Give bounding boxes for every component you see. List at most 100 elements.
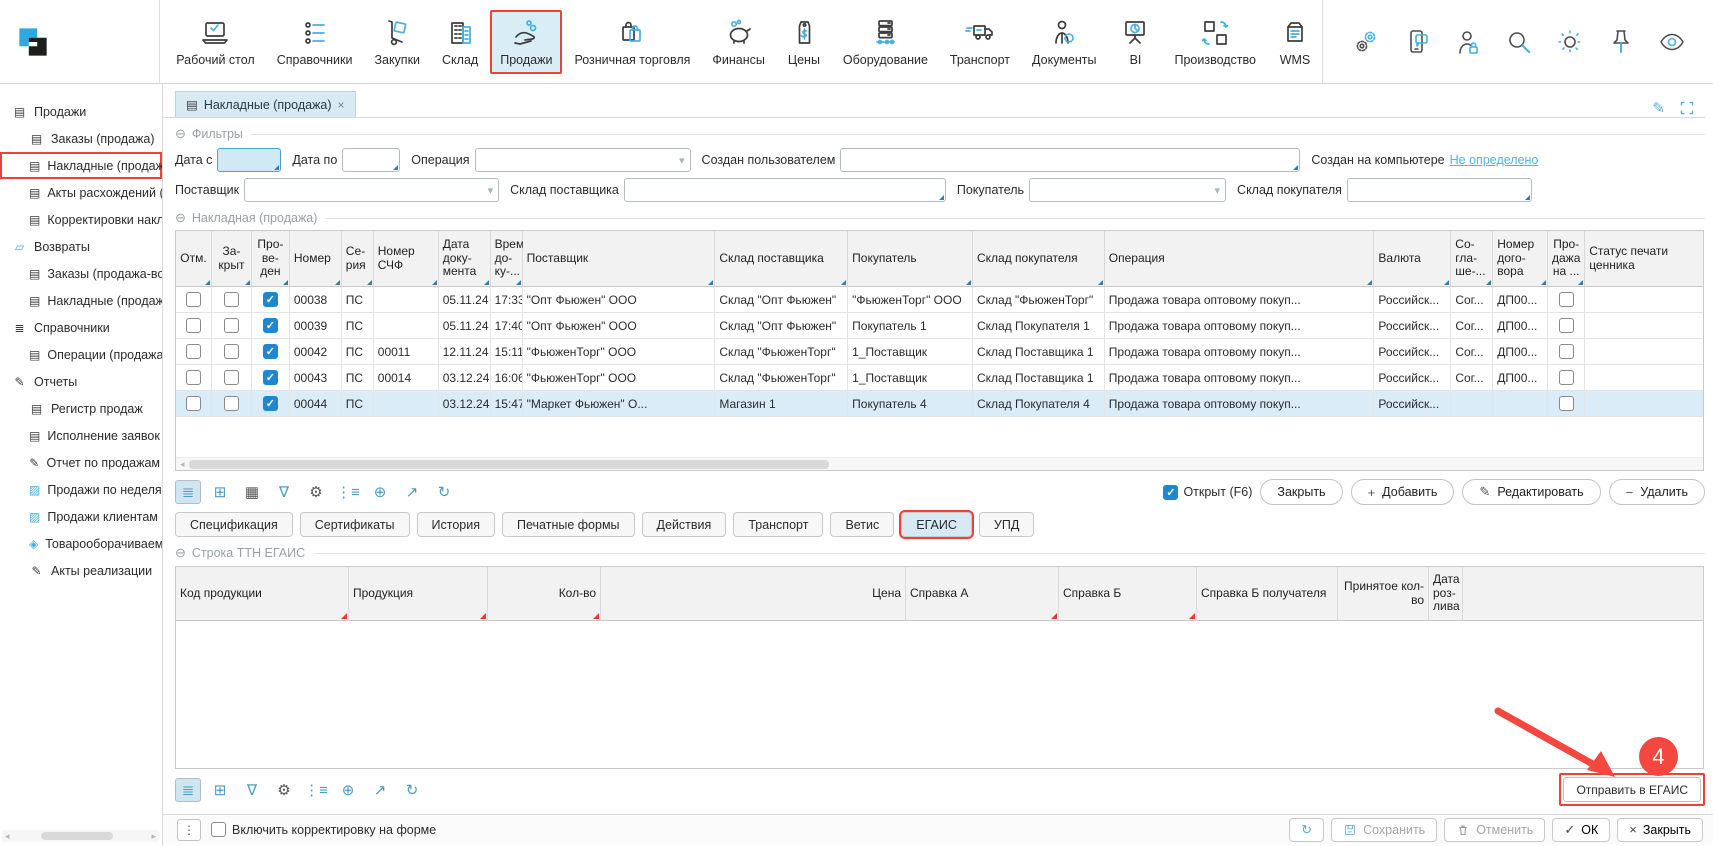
закрыть-button[interactable]: ×Закрыть [1617,818,1703,842]
sidebar-item[interactable]: ▤Регистр продаж [0,395,162,422]
column-header[interactable]: Врем до- ку-... [491,231,523,287]
open-window-icon[interactable]: ↗ [367,778,393,802]
settings-icon[interactable]: ⚙ [271,778,297,802]
column-header[interactable]: Статус печати ценника [1585,231,1703,287]
close-list-button[interactable]: Закрыть [1260,479,1342,505]
column-header[interactable]: Дата роз- лива [1429,567,1463,621]
numbered-list-icon[interactable]: ⋮≡ [303,778,329,802]
marked-checkbox[interactable] [186,292,201,307]
column-header[interactable]: Склад поставщика [715,231,848,287]
date-from-input[interactable] [217,148,281,172]
detail-tab[interactable]: ЕГАИС [901,512,972,537]
created-by-input[interactable] [840,148,1300,172]
ок-button[interactable]: ✓ОК [1552,818,1610,842]
posted-checked-checkbox[interactable]: ✓ [263,292,278,307]
detail-view-icon[interactable]: ≣ [175,480,201,504]
fullscreen-icon[interactable] [1679,100,1695,116]
nav-item[interactable]: Справочники [267,10,363,74]
invoice-row[interactable]: ✓00038ПС05.11.2417:33"Опт Фьюжен" ОООСкл… [176,287,1703,313]
column-header[interactable]: Принятое кол-во [1338,567,1429,621]
settings-icon[interactable]: ⚙ [303,480,329,504]
column-header[interactable]: За- крыт [212,231,252,287]
nav-item[interactable]: Рабочий стол [166,10,264,74]
collapse-icon[interactable]: ⊖ [175,545,186,561]
sidebar-item[interactable]: ≣Справочники [0,314,162,341]
operation-select[interactable]: ▾ [475,148,691,172]
column-header[interactable]: Валюта [1374,231,1451,287]
collapse-icon[interactable]: ⊖ [175,210,186,226]
add-list-icon[interactable]: ⊕ [335,778,361,802]
closed-checkbox[interactable] [224,396,239,411]
action-button[interactable]: −Удалить [1609,479,1705,505]
nav-item[interactable]: Оборудование [833,10,938,74]
nav-item[interactable]: Транспорт [940,10,1020,74]
action-button[interactable]: ✎Редактировать [1462,479,1600,505]
more-actions-button[interactable]: ⋮ [177,819,201,841]
nav-item[interactable]: Склад [432,10,488,74]
column-header[interactable]: Отм. [176,231,212,287]
column-header[interactable]: Дата доку- мента [439,231,491,287]
closed-checkbox[interactable] [224,370,239,385]
column-header[interactable]: Про- ве- ден [252,231,290,287]
buyer-select[interactable]: ▾ [1029,178,1226,202]
closed-checkbox[interactable] [224,292,239,307]
created-on-link[interactable]: Не определено [1450,153,1539,167]
sidebar-item[interactable]: ◈Товарооборачиваем [0,530,162,557]
detail-tab[interactable]: Действия [642,512,727,537]
column-header[interactable]: Со- гла- ше-... [1451,231,1493,287]
detail-tab[interactable]: Ветис [830,512,894,537]
filter-icon[interactable]: ∇ [239,778,265,802]
scroll-left-icon[interactable]: ◂ [176,459,189,470]
column-header[interactable]: Кол-во [488,567,601,621]
sidebar-item[interactable]: ✎Отчет по продажам [0,449,162,476]
supplier-wh-input[interactable] [624,178,946,202]
search-icon[interactable] [1504,27,1534,57]
column-header[interactable]: Номер дого- вора [1493,231,1548,287]
detail-tab[interactable]: Спецификация [175,512,293,537]
column-header[interactable]: Склад покупателя [973,231,1105,287]
marked-checkbox[interactable] [186,396,201,411]
enable-correction-checkbox[interactable]: Включить корректировку на форме [211,822,436,837]
nav-item[interactable]: Закупки [364,10,430,74]
sidebar-item[interactable]: ✎Отчеты [0,368,162,395]
nav-item[interactable]: Финансы [702,10,774,74]
column-header[interactable]: Номер СЧФ [374,231,439,287]
grid-view-icon[interactable]: ⊞ [207,480,233,504]
scroll-right-icon[interactable]: ▸ [148,831,159,842]
refresh-icon[interactable]: ↻ [399,778,425,802]
scroll-left-icon[interactable]: ◂ [2,831,13,842]
retail-checkbox[interactable] [1559,396,1574,411]
sidebar-item[interactable]: ▤Продажи [0,98,162,125]
column-header[interactable]: Номер [290,231,342,287]
sidebar-item[interactable]: ▤Акты расхождений (п [0,179,162,206]
sidebar-item[interactable]: ▤Исполнение заявок ( [0,422,162,449]
settings-gears-icon[interactable] [1351,27,1381,57]
column-header[interactable]: Се- рия [342,231,374,287]
column-header[interactable]: Справка А [906,567,1059,621]
nav-item[interactable]: Розничная торговля [564,10,700,74]
column-header[interactable]: Код продукции [176,567,349,621]
column-header[interactable]: Поставщик [523,231,716,287]
invoice-row[interactable]: ✓00044ПС03.12.2415:47"Маркет Фьюжен" О..… [176,391,1703,417]
sidebar-item[interactable]: ▤Операции (продажа) [0,341,162,368]
sidebar-item[interactable]: ▤Заказы (продажа) [0,125,162,152]
marked-checkbox[interactable] [186,344,201,359]
column-header[interactable]: Справка Б [1059,567,1197,621]
sidebar-item[interactable]: ▨Продажи по неделям [0,476,162,503]
sidebar-hscrollbar[interactable]: ◂ ▸ [2,830,159,842]
nav-item[interactable]: BI [1108,10,1162,74]
collapse-icon[interactable]: ⊖ [175,126,186,142]
pin-icon[interactable] [1606,27,1636,57]
mobile-chat-icon[interactable] [1402,27,1432,57]
filter-icon[interactable]: ∇ [271,480,297,504]
column-header[interactable]: Справка Б получателя [1197,567,1338,621]
detail-tab[interactable]: Транспорт [733,512,823,537]
refresh-icon[interactable]: ↻ [431,480,457,504]
send-to-egais-button[interactable]: Отправить в ЕГАИС [1563,777,1701,802]
sidebar-item[interactable]: ▤Заказы (продажа-воз [0,260,162,287]
sidebar-item[interactable]: ✎Акты реализации [0,557,162,584]
retail-checkbox[interactable] [1559,318,1574,333]
grid-view-icon[interactable]: ⊞ [207,778,233,802]
detail-tab[interactable]: УПД [979,512,1034,537]
retail-checkbox[interactable] [1559,292,1574,307]
